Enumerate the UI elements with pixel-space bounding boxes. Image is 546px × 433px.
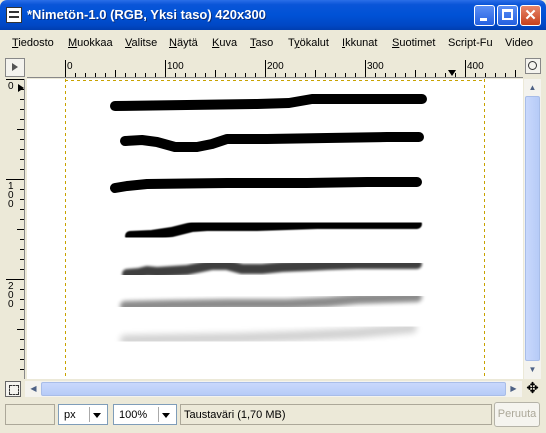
menu-tyokalut[interactable]: Työkalut bbox=[288, 37, 329, 49]
scroll-up-icon[interactable]: ▲ bbox=[525, 80, 540, 95]
quick-mask-toggle[interactable] bbox=[5, 381, 21, 397]
menu-tiedosto[interactable]: Tiedosto bbox=[12, 37, 54, 49]
menu-valitse[interactable]: Valitse bbox=[125, 37, 157, 49]
horizontal-scroll-thumb[interactable] bbox=[41, 382, 506, 396]
chevron-down-icon[interactable] bbox=[89, 407, 105, 422]
menu-suotimet[interactable]: Suotimet bbox=[392, 37, 435, 49]
status-message-text: Taustaväri (1,70 MB) bbox=[184, 409, 286, 421]
zoom-toggle-button[interactable] bbox=[525, 58, 541, 74]
vruler-label-200: 200 bbox=[8, 281, 14, 310]
menu-taso[interactable]: Taso bbox=[250, 37, 273, 49]
menu-kuva[interactable]: Kuva bbox=[212, 37, 237, 49]
horizontal-ruler[interactable]: 0 100 200 300 400 bbox=[27, 58, 523, 78]
menu-ikkunat[interactable]: Ikkunat bbox=[342, 37, 377, 49]
scroll-down-icon[interactable]: ▼ bbox=[525, 362, 540, 377]
close-button[interactable]: ✕ bbox=[520, 5, 541, 26]
menu-script-fu[interactable]: Script-Fu bbox=[448, 37, 493, 49]
vertical-scrollbar[interactable]: ▲ ▼ bbox=[524, 79, 541, 379]
status-bar: px 100% Taustaväri (1,70 MB) Peruuta bbox=[0, 399, 546, 433]
scroll-right-icon[interactable]: ▶ bbox=[506, 381, 521, 396]
menu-bar: Tiedosto Muokkaa Valitse Näytä Kuva Taso… bbox=[0, 32, 546, 54]
vertical-ruler[interactable]: 0 100 200 bbox=[5, 79, 25, 379]
hruler-label-0: 0 bbox=[67, 61, 73, 72]
maximize-button[interactable] bbox=[497, 5, 518, 26]
vruler-label-0: 0 bbox=[8, 81, 14, 92]
canvas-menu-button[interactable] bbox=[5, 58, 25, 77]
minimize-button[interactable] bbox=[474, 5, 495, 26]
hruler-label-400: 400 bbox=[467, 61, 484, 72]
zoom-value: 100% bbox=[119, 409, 148, 421]
chevron-down-icon[interactable] bbox=[158, 407, 174, 422]
zoom-select[interactable]: 100% bbox=[113, 404, 177, 425]
unit-select[interactable]: px bbox=[58, 404, 108, 425]
title-bar: *Nimetön-1.0 (RGB, Yksi taso) 420x300 ✕ bbox=[0, 0, 546, 30]
pointer-coordinates bbox=[5, 404, 55, 425]
status-message: Taustaväri (1,70 MB) bbox=[180, 404, 492, 425]
menu-nayta[interactable]: Näytä bbox=[169, 37, 198, 49]
vertical-scroll-thumb[interactable] bbox=[525, 96, 540, 361]
app-menu-icon[interactable] bbox=[6, 7, 22, 23]
hruler-label-100: 100 bbox=[167, 61, 184, 72]
menu-video[interactable]: Video bbox=[505, 37, 533, 49]
scroll-left-icon[interactable]: ◀ bbox=[26, 381, 41, 396]
minimize-icon bbox=[480, 18, 487, 21]
navigate-icon[interactable]: ✥ bbox=[524, 381, 541, 397]
image-canvas[interactable] bbox=[27, 79, 523, 379]
hruler-label-300: 300 bbox=[367, 61, 384, 72]
horizontal-scrollbar[interactable]: ◀ ▶ bbox=[25, 381, 522, 397]
hruler-label-200: 200 bbox=[267, 61, 284, 72]
vruler-label-100: 100 bbox=[8, 181, 14, 210]
maximize-icon bbox=[502, 9, 513, 20]
unit-value: px bbox=[64, 409, 76, 421]
window-title: *Nimetön-1.0 (RGB, Yksi taso) 420x300 bbox=[27, 7, 266, 22]
cancel-button[interactable]: Peruuta bbox=[494, 402, 540, 427]
close-icon: ✕ bbox=[524, 7, 537, 24]
menu-muokkaa[interactable]: Muokkaa bbox=[68, 37, 113, 49]
